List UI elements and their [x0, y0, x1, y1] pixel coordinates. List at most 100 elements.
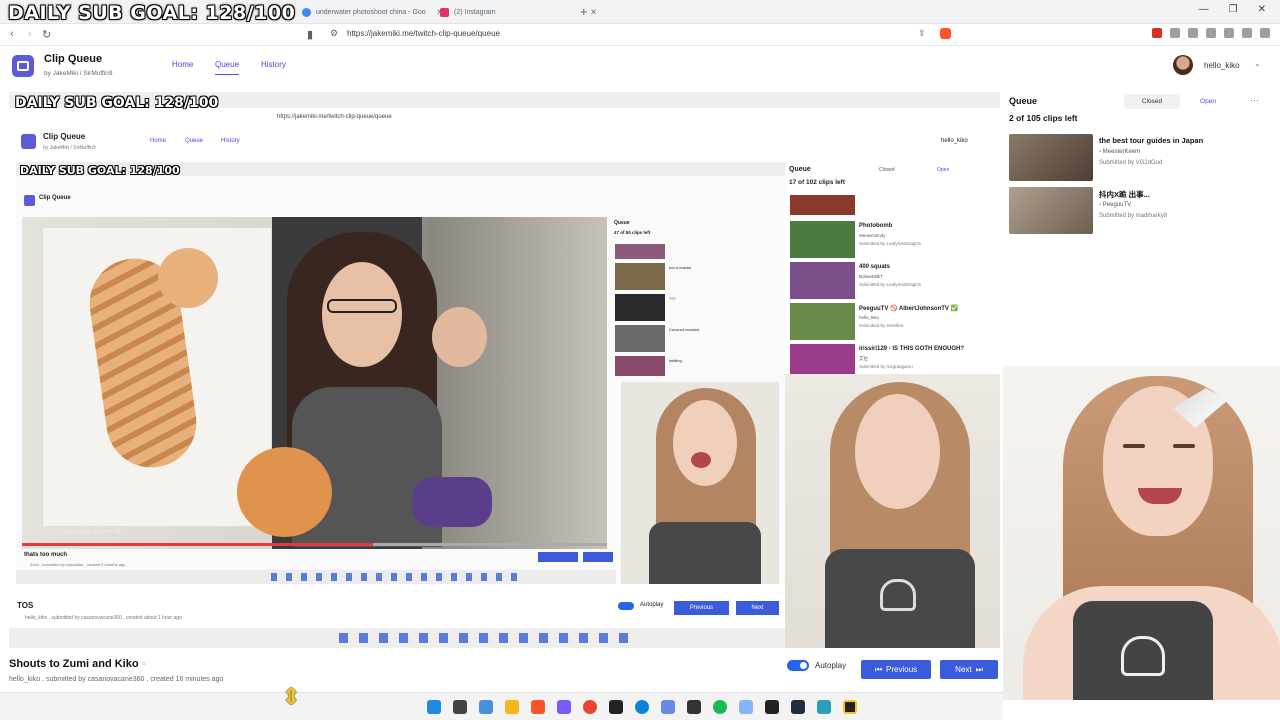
queue-item-author: ▫ PeeguuTV — [1099, 202, 1132, 208]
clip-player[interactable]: DAILY SUB GOAL: 128/100 https://jakemiki… — [9, 92, 1000, 648]
nested2-queue-item: Coconut cracked — [669, 327, 700, 332]
open-tab[interactable]: Open — [1180, 94, 1236, 109]
maximize-icon[interactable]: ❐ — [1229, 4, 1238, 15]
app-icon[interactable] — [765, 700, 779, 714]
nested2-clip-title: thats too much — [24, 552, 67, 558]
nested-queue-item-submitted: Submitted by Sieelline — [859, 323, 904, 328]
address-bar[interactable]: https://jakemiki.me/twitch-clip-queue/qu… — [347, 29, 500, 38]
app-icon[interactable] — [479, 700, 493, 714]
app-byline: by JakeMiki / SirMuffin9 — [44, 70, 113, 77]
nested-screen-1: DAILY SUB GOAL: 128/100 https://jakemiki… — [9, 92, 1000, 648]
previous-button[interactable]: ⏮ Previous — [861, 660, 931, 679]
share-icon[interactable]: ⇪ — [918, 28, 926, 39]
menu-icon[interactable] — [1260, 28, 1270, 38]
nested-queue-item-author: hello_kiko — [859, 315, 880, 320]
queue-item-title: the best tour guides in Japan — [1099, 136, 1204, 145]
sidebar-icon[interactable] — [1242, 28, 1252, 38]
nested-webcam — [785, 374, 1000, 648]
nested-queue-title: Queue — [789, 166, 811, 173]
extension-icon[interactable] — [1170, 28, 1180, 38]
app-icon[interactable] — [843, 700, 857, 714]
nested2-queue-item: knitting — [669, 358, 682, 363]
nav-home[interactable]: Home — [172, 60, 193, 69]
plush-toy — [237, 447, 332, 537]
nested-app-byline: by JakeMiki / SirMuffin9 — [43, 145, 96, 151]
spotify-icon[interactable] — [713, 700, 727, 714]
app-icon[interactable] — [739, 700, 753, 714]
start-icon[interactable] — [427, 700, 441, 714]
nested-logo-icon — [21, 134, 36, 149]
tab-google-search[interactable]: underwater photoshoot china - Goo × — [296, 3, 449, 21]
nested-queue-item-submitted: Submitted by ruzgutogamu — [859, 364, 913, 369]
nested-queue-item-title: irissiri129 - IS THIS GOTH ENOUGH? — [859, 346, 965, 352]
site-settings-icon[interactable]: ⚙ — [330, 28, 338, 39]
forward-icon[interactable]: › — [28, 28, 32, 40]
nested-address-bar: https://jakemiki.me/twitch-clip-queue/qu… — [277, 114, 392, 120]
tab-instagram[interactable]: (2) Instagram × — [434, 3, 602, 21]
chrome-icon[interactable] — [583, 700, 597, 714]
bookmark-icon[interactable]: ▮ — [307, 28, 313, 41]
minimize-icon[interactable]: — — [1199, 4, 1209, 15]
brave-shield-icon[interactable] — [940, 28, 951, 42]
autoplay-toggle[interactable] — [787, 660, 809, 671]
nav-queue[interactable]: Queue — [215, 60, 240, 75]
nested-queue-item-title: Photobomb — [859, 223, 893, 229]
closed-tab[interactable]: Closed — [1124, 94, 1180, 109]
edge-icon[interactable] — [635, 700, 649, 714]
next-button[interactable]: Next ⏭ — [940, 660, 998, 679]
obs-icon[interactable] — [609, 700, 623, 714]
queue-item[interactable]: 抖内X跪 出事... ▫ PeeguuTV Submitted by madma… — [1009, 187, 1269, 235]
stream-video: Session Subs: 5 Latest Tipper: Gonzah - … — [22, 217, 607, 549]
app-icon[interactable] — [817, 700, 831, 714]
app-icon[interactable] — [687, 700, 701, 714]
terminal-icon[interactable] — [791, 700, 805, 714]
close-tab-icon[interactable]: × — [591, 7, 597, 18]
autoplay-control[interactable]: Autoplay — [787, 660, 846, 671]
nested-queue-item-title: PeeguuTV 🚫 AlbertJohnsonTV ✅ — [859, 306, 959, 312]
avatar[interactable] — [1173, 55, 1193, 75]
extension-icon[interactable] — [1206, 28, 1216, 38]
queue-thumbnail[interactable] — [1009, 134, 1093, 181]
queue-thumbnail[interactable] — [1009, 187, 1093, 234]
extension-icon[interactable] — [1188, 28, 1198, 38]
nested-autoplay-label: Autoplay — [640, 602, 664, 608]
nested-screen-2: DAILY SUB GOAL: 128/100 Clip Queue Queue… — [16, 162, 785, 584]
task-view-icon[interactable] — [453, 700, 467, 714]
nested-queue-item-title: 400 squats — [859, 264, 891, 270]
raised-hand — [432, 307, 487, 367]
nested-nav-queue: Queue — [185, 138, 204, 144]
nested2-queue-title: Queue — [614, 220, 630, 226]
clip-title: Shouts to Zumi and Kiko ▫ — [9, 658, 146, 670]
new-tab-icon[interactable]: + — [580, 4, 588, 19]
tab-label: underwater photoshoot china - Goo — [316, 8, 426, 16]
nested-open-tab: Open — [937, 167, 950, 173]
nested-app-title: Clip Queue — [43, 132, 86, 141]
nested2-queue-item: ??? — [669, 296, 676, 301]
nested-queue-thumb — [790, 262, 855, 299]
nested2-app-title: Clip Queue — [39, 195, 71, 201]
nav-history[interactable]: History — [261, 60, 286, 69]
back-icon[interactable]: ‹ — [10, 28, 14, 40]
nested-queue-item-author: BobaeMilkT — [859, 274, 883, 279]
clip-queue-logo-icon[interactable] — [12, 55, 34, 77]
app-title: Clip Queue — [44, 53, 103, 65]
user-name[interactable]: hello_kiko — [1204, 61, 1240, 70]
nested2-clips-left: 47 of 84 clips left — [614, 230, 651, 235]
brave-icon[interactable] — [531, 700, 545, 714]
video-progress-bar — [22, 543, 607, 546]
discord-icon[interactable] — [557, 700, 571, 714]
nested-taskbar — [9, 628, 785, 648]
reload-icon[interactable]: ↻ — [42, 28, 51, 41]
chevron-down-icon[interactable]: ⌄ — [1254, 59, 1261, 68]
file-explorer-icon[interactable] — [505, 700, 519, 714]
nested-clip-meta: hello_kiko , submitted by casanovacane36… — [25, 615, 182, 621]
queue-item[interactable]: the best tour guides in Japan ▫ MeesterK… — [1009, 134, 1269, 182]
copy-icon[interactable]: ▫ — [142, 658, 146, 670]
extension-icon[interactable] — [1152, 28, 1162, 38]
bookmarks-icon[interactable] — [1224, 28, 1234, 38]
next-icon: ⏭ — [975, 664, 983, 674]
app-icon[interactable] — [661, 700, 675, 714]
close-window-icon[interactable]: ✕ — [1258, 4, 1266, 15]
more-options-icon[interactable]: ⋯ — [1250, 95, 1259, 106]
stream-sub-goal-overlay: DAILY SUB GOAL: 128/100 — [8, 2, 296, 24]
